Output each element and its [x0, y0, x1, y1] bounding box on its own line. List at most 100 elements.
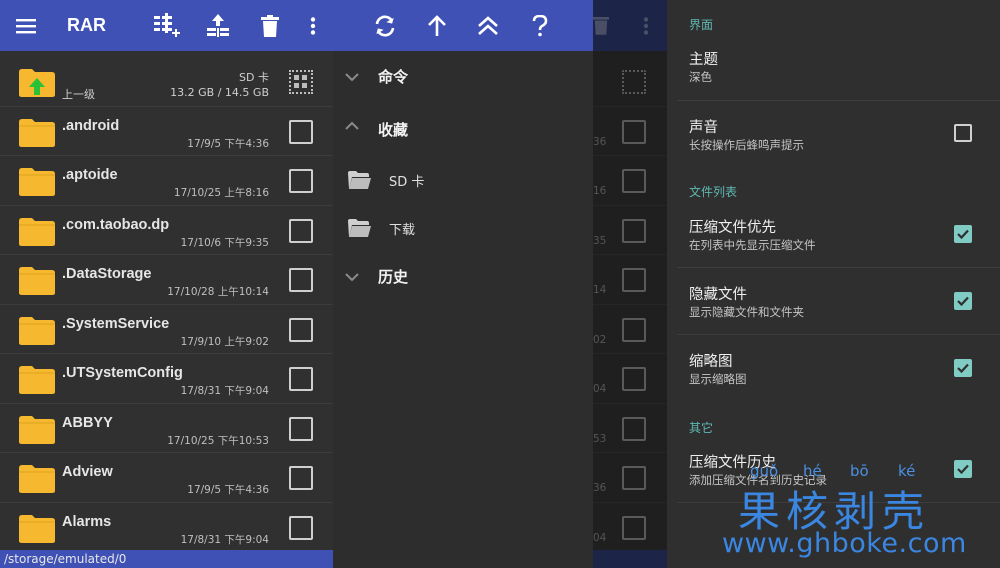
file-browser-panel: RAR 上一级 SD 卡 13.2 GB / 14.5 GB .android …	[0, 0, 333, 568]
current-path: /storage/emulated/0	[0, 550, 333, 568]
folder-icon	[19, 514, 55, 543]
more-vert-icon[interactable]	[291, 0, 335, 51]
file-checkbox[interactable]	[289, 119, 313, 144]
extract-icon[interactable]	[196, 0, 240, 51]
dimmed-checkbox	[622, 466, 646, 490]
trash-icon[interactable]	[248, 0, 292, 51]
file-row[interactable]: .SystemService 17/9/10 上午9:02	[0, 305, 333, 354]
dimmed-checkbox	[622, 317, 646, 342]
folder-open-icon	[348, 219, 371, 237]
file-date: 17/10/6 下午9:35	[180, 236, 269, 249]
file-row[interactable]: Alarms 17/8/31 下午9:04	[0, 503, 333, 552]
setting-thumbnails-sub: 显示缩略图	[689, 372, 747, 386]
file-name: .DataStorage	[62, 266, 152, 282]
file-name: .SystemService	[62, 315, 170, 332]
file-row[interactable]: Adview 17/9/5 下午4:36	[0, 453, 333, 503]
file-name: .aptoide	[62, 167, 118, 183]
divider	[677, 267, 1000, 268]
dimmed-checkbox	[622, 268, 646, 292]
dimmed-row: 02	[593, 305, 667, 354]
file-checkbox[interactable]	[289, 169, 313, 193]
drawer-favorites[interactable]: 收藏	[333, 119, 593, 143]
divider	[677, 100, 1000, 101]
double-chevron-up-icon[interactable]	[466, 0, 510, 51]
dimmed-row: 35	[593, 206, 667, 255]
file-row[interactable]: .com.taobao.dp 17/10/6 下午9:35	[0, 206, 333, 255]
setting-hidden-files[interactable]: 隐藏文件 显示隐藏文件和文件夹	[667, 275, 1000, 335]
folder-up-icon	[19, 69, 55, 97]
archive-history-checkbox[interactable]	[954, 460, 972, 478]
file-row[interactable]: ABBYY 17/10/25 下午10:53	[0, 404, 333, 453]
dimmed-checkbox	[622, 367, 646, 391]
file-checkbox[interactable]	[289, 367, 313, 391]
refresh-icon[interactable]	[363, 0, 407, 51]
dimmed-date: 02	[593, 333, 607, 346]
dimmed-row: 53	[593, 404, 667, 453]
file-checkbox[interactable]	[289, 466, 313, 490]
storage-size: 13.2 GB / 14.5 GB	[170, 86, 269, 99]
help-icon[interactable]	[518, 0, 562, 51]
setting-theme[interactable]: 主题 深色	[667, 40, 1000, 100]
dimmed-date: 53	[593, 432, 607, 445]
file-row[interactable]: .android 17/9/5 下午4:36	[0, 107, 333, 156]
folder-open-icon	[348, 171, 371, 189]
section-file-list: 文件列表	[689, 185, 738, 199]
file-checkbox[interactable]	[289, 317, 313, 342]
drawer-commands[interactable]: 命令	[333, 66, 593, 90]
select-all-icon[interactable]	[289, 70, 313, 94]
folder-icon	[19, 217, 55, 246]
dimmed-row: 14	[593, 255, 667, 305]
folder-icon	[19, 366, 55, 394]
section-interface: 界面	[689, 18, 714, 32]
file-row[interactable]: .UTSystemConfig 17/8/31 下午9:04	[0, 354, 333, 404]
hamburger-icon[interactable]	[4, 0, 48, 51]
setting-archives-first[interactable]: 压缩文件优先 在列表中先显示压缩文件	[667, 208, 1000, 268]
file-checkbox[interactable]	[289, 416, 313, 441]
file-date: 17/9/10 上午9:02	[180, 335, 269, 348]
file-checkbox[interactable]	[289, 268, 313, 292]
dimmed-row: 04	[593, 354, 667, 404]
dimmed-date: 35	[593, 234, 607, 247]
dimmed-date: 16	[593, 185, 607, 197]
file-checkbox[interactable]	[289, 515, 313, 540]
setting-archives-first-title: 压缩文件优先	[689, 220, 776, 236]
file-date: 17/10/28 上午10:14	[167, 286, 269, 298]
arrow-up-icon[interactable]	[415, 0, 459, 51]
watermark-url: www.ghboke.com	[722, 528, 967, 559]
add-to-archive-icon[interactable]	[145, 0, 189, 51]
favorite-sd-card[interactable]: SD 卡	[333, 168, 593, 192]
parent-label: 上一级	[62, 88, 95, 101]
chevron-down-icon	[345, 73, 359, 82]
dimmed-app-bar	[593, 0, 667, 51]
file-row[interactable]: .DataStorage 17/10/28 上午10:14	[0, 255, 333, 305]
dimmed-row: 36	[593, 453, 667, 503]
section-other: 其它	[689, 421, 714, 435]
drawer-commands-label: 命令	[378, 68, 409, 86]
hidden-files-checkbox[interactable]	[954, 292, 972, 310]
dimmed-checkbox	[622, 119, 646, 144]
file-name: .UTSystemConfig	[62, 365, 183, 381]
thumbnails-checkbox[interactable]	[954, 359, 972, 377]
favorite-downloads-label: 下载	[389, 223, 416, 238]
drawer-toolbar	[333, 0, 593, 51]
divider	[677, 334, 1000, 335]
archives-first-checkbox[interactable]	[954, 225, 972, 243]
app-title: RAR	[67, 15, 106, 35]
file-date: 17/10/25 下午10:53	[167, 434, 269, 447]
favorite-sd-card-label: SD 卡	[389, 175, 425, 190]
dimmed-path-bar	[593, 550, 667, 568]
setting-sound[interactable]: 声音 长按操作后蜂鸣声提示	[667, 108, 1000, 168]
setting-theme-title: 主题	[689, 52, 718, 68]
sound-checkbox[interactable]	[954, 124, 972, 142]
dimmed-checkbox	[622, 416, 646, 441]
setting-thumbnails[interactable]: 缩略图 显示缩略图	[667, 342, 1000, 402]
favorite-downloads[interactable]: 下载	[333, 216, 593, 240]
file-checkbox[interactable]	[289, 218, 313, 243]
file-name: ABBYY	[62, 414, 113, 431]
drawer-history[interactable]: 历史	[333, 266, 593, 290]
parent-folder-row[interactable]: 上一级 SD 卡 13.2 GB / 14.5 GB	[0, 57, 333, 107]
setting-sound-title: 声音	[689, 120, 718, 136]
file-date: 17/8/31 下午9:04	[180, 385, 269, 397]
file-row[interactable]: .aptoide 17/10/25 上午8:16	[0, 156, 333, 206]
folder-icon	[19, 267, 55, 295]
